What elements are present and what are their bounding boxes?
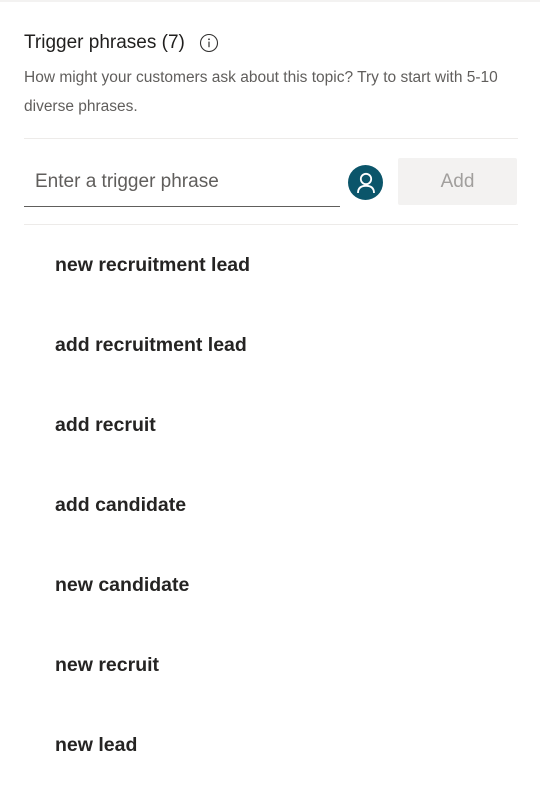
phrase-item[interactable]: new lead [55, 725, 250, 805]
trigger-phrase-input[interactable] [24, 160, 340, 204]
info-icon[interactable] [199, 33, 219, 53]
phrase-item[interactable]: add candidate [55, 485, 250, 565]
person-icon [356, 172, 375, 193]
section-title: Trigger phrases (7) [24, 32, 185, 53]
add-button[interactable]: Add [398, 158, 517, 205]
avatar[interactable] [348, 165, 383, 200]
divider [24, 138, 518, 139]
phrase-list: new recruitment lead add recruitment lea… [55, 245, 250, 805]
divider [24, 224, 518, 225]
phrase-item[interactable]: new candidate [55, 565, 250, 645]
phrase-item[interactable]: new recruitment lead [55, 245, 250, 325]
section-header: Trigger phrases (7) [24, 30, 219, 56]
phrase-item[interactable]: add recruit [55, 405, 250, 485]
trigger-phrase-field [24, 160, 340, 207]
phrase-item[interactable]: add recruitment lead [55, 325, 250, 405]
section-description: How might your customers ask about this … [24, 69, 498, 115]
top-divider [0, 0, 540, 2]
phrase-item[interactable]: new recruit [55, 645, 250, 725]
